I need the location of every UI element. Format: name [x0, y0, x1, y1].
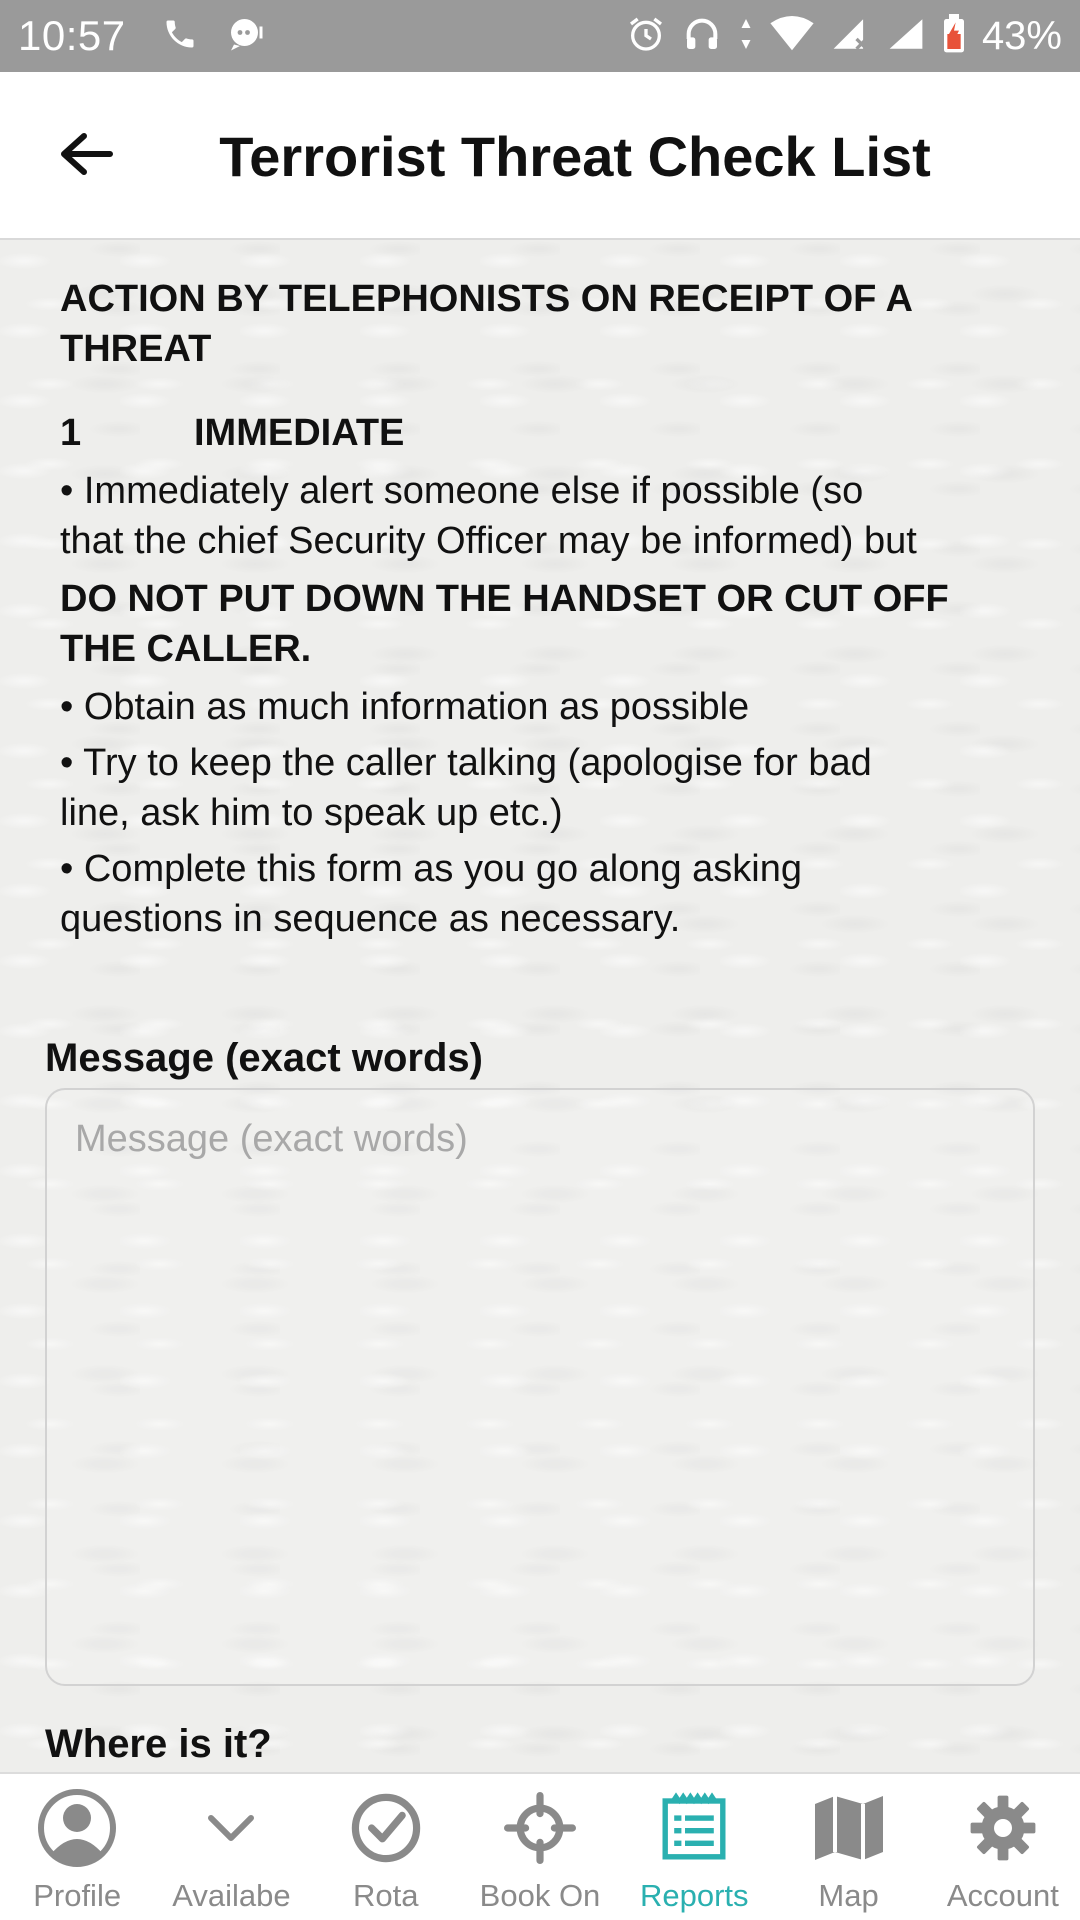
nav-label: Reports — [639, 1878, 749, 1913]
instructions-heading: ACTION BY TELEPHONISTS ON RECEIPT OF A T… — [60, 274, 1020, 374]
message-field-container[interactable] — [45, 1088, 1035, 1686]
section-title: IMMEDIATE — [194, 412, 405, 454]
status-right: 43% — [626, 13, 1062, 59]
nav-item-rota[interactable]: Rota — [309, 1774, 463, 1920]
bullet-keep-talking: • Try to keep the caller talking (apolog… — [60, 738, 1020, 838]
status-bar: 10:57 43% — [0, 0, 1080, 72]
check-circle-icon — [344, 1786, 428, 1870]
report-icon — [652, 1786, 736, 1870]
battery-percentage: 43% — [981, 13, 1062, 58]
nav-item-available[interactable]: Availabe — [154, 1774, 308, 1920]
nav-label: Book On — [479, 1878, 601, 1913]
nav-item-profile[interactable]: Profile — [0, 1774, 154, 1920]
content-area[interactable]: ACTION BY TELEPHONISTS ON RECEIPT OF A T… — [0, 240, 1080, 1772]
nav-item-reports[interactable]: Reports — [617, 1774, 771, 1920]
bullet-obtain-info: • Obtain as much information as possible — [60, 682, 1020, 732]
message-field-label: Message (exact words) — [45, 1036, 483, 1080]
nav-item-book-on[interactable]: Book On — [463, 1774, 617, 1920]
warning-line: THE CALLER. — [60, 628, 312, 670]
page-title: Terrorist Threat Check List — [219, 125, 931, 188]
where-field-label: Where is it? — [45, 1722, 272, 1766]
phone-call-icon — [162, 16, 198, 57]
heading-line: THREAT — [60, 328, 212, 370]
nav-label: Rota — [352, 1878, 419, 1913]
nav-item-account[interactable]: Account — [926, 1774, 1080, 1920]
nav-label: Map — [818, 1878, 879, 1913]
warning-text: DO NOT PUT DOWN THE HANDSET OR CUT OFF T… — [60, 574, 1020, 674]
bottom-navigation: Profile Availabe Rota Book On Reports Ma… — [0, 1772, 1080, 1920]
bullet-line: • Complete this form as you go along ask… — [60, 848, 803, 890]
bullet-line: • Immediately alert someone else if poss… — [60, 470, 864, 512]
nav-label: Availabe — [172, 1878, 291, 1913]
message-textarea[interactable] — [47, 1090, 1033, 1684]
nav-label: Profile — [33, 1878, 122, 1913]
nav-item-map[interactable]: Map — [771, 1774, 925, 1920]
section-number: 1 — [60, 412, 82, 454]
bullet-line: • Obtain as much information as possible — [60, 686, 750, 728]
chat-bubble-icon — [226, 16, 266, 57]
bullet-complete-form: • Complete this form as you go along ask… — [60, 844, 1020, 944]
gear-icon — [961, 1786, 1045, 1870]
map-icon — [807, 1786, 891, 1870]
nav-label: Account — [946, 1878, 1059, 1913]
signal-icon — [830, 16, 870, 57]
bullet-line: questions in sequence as necessary. — [60, 898, 681, 940]
status-time: 10:57 — [18, 12, 126, 59]
profile-icon — [35, 1786, 119, 1870]
section-header: 1 IMMEDIATE — [60, 408, 1020, 458]
app-bar: Terrorist Threat Check List — [0, 72, 1080, 240]
battery-icon — [942, 13, 966, 59]
status-left-icons — [162, 16, 266, 57]
bullet-line: • Try to keep the caller talking (apolog… — [60, 742, 872, 784]
bullet-line: line, ask him to speak up etc.) — [60, 792, 563, 834]
bullet-line: that the chief Security Officer may be i… — [60, 520, 917, 562]
signal-icon-2 — [886, 16, 926, 57]
headphones-icon — [682, 14, 722, 59]
alarm-icon — [626, 14, 666, 59]
chevron-down-icon — [189, 1786, 273, 1870]
heading-line: ACTION BY TELEPHONISTS ON RECEIPT OF A — [60, 278, 913, 320]
bullet-alert: • Immediately alert someone else if poss… — [60, 466, 1020, 566]
warning-line: DO NOT PUT DOWN THE HANDSET OR CUT OFF — [60, 578, 949, 620]
data-arrows-icon — [738, 16, 754, 57]
crosshair-icon — [498, 1786, 582, 1870]
wifi-icon — [770, 15, 814, 57]
